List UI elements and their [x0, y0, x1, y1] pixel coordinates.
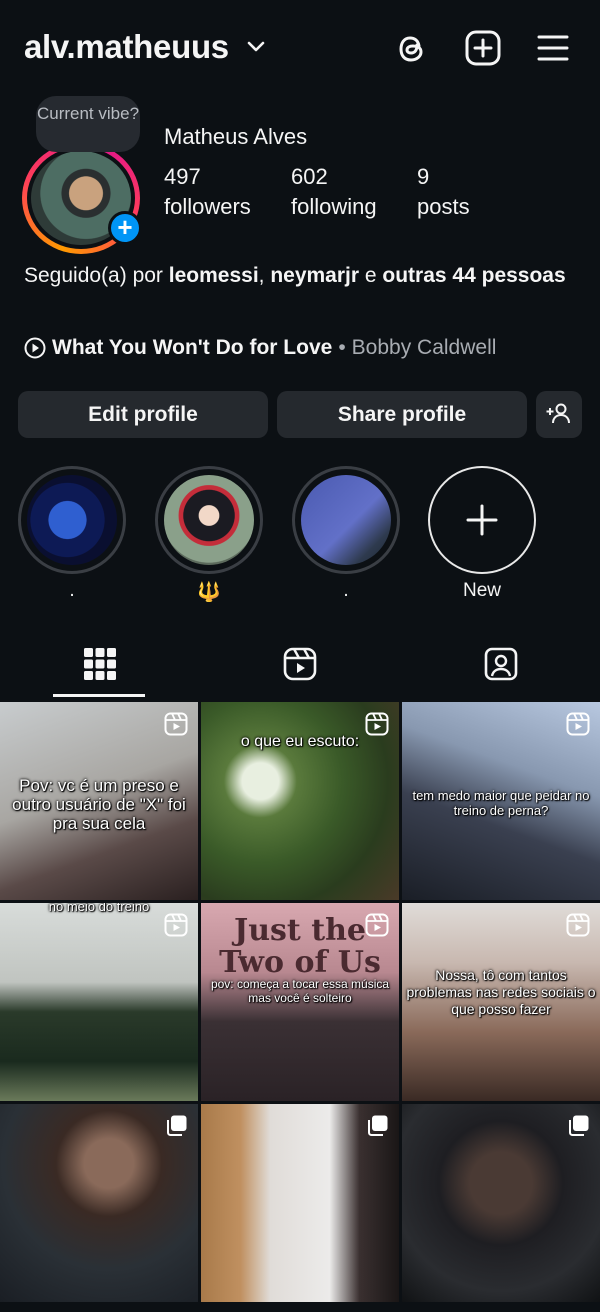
reel-indicator-icon [164, 913, 188, 937]
followers-others[interactable]: outras 44 pessoas [382, 264, 565, 287]
note-bubble[interactable]: Current vibe? [36, 96, 140, 152]
grid-icon [84, 648, 116, 680]
highlight-1[interactable] [18, 466, 126, 574]
profile-music[interactable]: What You Won't Do for Love • Bobby Caldw… [24, 336, 496, 360]
top-bar: alv.matheuus [0, 0, 600, 96]
following-label[interactable]: following [291, 194, 377, 220]
reel-indicator-icon [365, 913, 389, 937]
tab-posts-grid[interactable] [80, 644, 120, 684]
highlight-2-label: 🔱 [197, 582, 221, 603]
add-story-plus-icon[interactable]: + [108, 211, 142, 245]
chevron-down-icon[interactable] [246, 40, 266, 54]
song-title: What You Won't Do for Love [52, 336, 333, 359]
reels-icon [283, 647, 317, 681]
grid-post-2[interactable]: o que eu escuto: [201, 702, 399, 900]
add-person-icon [546, 403, 570, 424]
highlight-1-label: . [69, 580, 75, 601]
grid-post-8[interactable] [201, 1104, 399, 1302]
new-highlight-button[interactable] [428, 466, 536, 574]
song-artist: Bobby Caldwell [351, 336, 497, 359]
edit-profile-button[interactable]: Edit profile [18, 391, 268, 438]
post-6-caption: Nossa, tô com tantos problemas nas redes… [406, 967, 596, 1017]
threads-icon[interactable] [392, 28, 432, 68]
grid-post-3[interactable]: tem medo maior que peidar no treino de p… [402, 702, 600, 900]
posts-count: 9 [417, 164, 430, 189]
grid-post-7[interactable] [0, 1104, 198, 1302]
reel-indicator-icon [566, 913, 590, 937]
carousel-indicator-icon [569, 1115, 589, 1136]
grid-post-5[interactable]: Just the Two of Us pov: começa a tocar e… [201, 903, 399, 1101]
highlight-1-cover [27, 475, 117, 565]
follower-leomessi[interactable]: leomessi [169, 264, 259, 287]
discover-people-button[interactable] [536, 391, 582, 438]
new-highlight-label: New [462, 580, 501, 601]
post-3-caption: tem medo maior que peidar no treino de p… [412, 788, 590, 818]
post-5-caption: pov: começa a tocar essa música mas você… [210, 977, 390, 1005]
highlight-2-cover [164, 475, 254, 565]
reel-indicator-icon [566, 712, 590, 736]
tab-reels[interactable] [280, 644, 320, 684]
grid-post-4[interactable]: no meio do treino [0, 903, 198, 1101]
posts-label: posts [417, 194, 470, 219]
followed-by-text[interactable]: Seguido(a) por leomessi, neymarjr e outr… [24, 258, 584, 293]
share-profile-button[interactable]: Share profile [277, 391, 527, 438]
followers-label[interactable]: followers [164, 194, 251, 220]
create-post-icon[interactable] [463, 28, 503, 68]
active-tab-indicator [53, 694, 145, 697]
grid-post-9[interactable] [402, 1104, 600, 1302]
followers-count[interactable]: 497 [164, 164, 201, 190]
tagged-person-icon [484, 647, 518, 681]
reel-indicator-icon [164, 712, 188, 736]
highlight-3-label: . [343, 580, 349, 601]
plus-icon [466, 504, 498, 536]
highlight-2[interactable] [155, 466, 263, 574]
post-1-caption: Pov: vc é um preso e outro usuário de "X… [12, 776, 186, 833]
follower-neymarjr[interactable]: neymarjr [270, 264, 359, 287]
reel-indicator-icon [365, 712, 389, 736]
following-count[interactable]: 602 [291, 164, 328, 190]
full-name: Matheus Alves [164, 124, 308, 149]
song-separator: • [338, 336, 346, 359]
menu-icon[interactable] [533, 28, 573, 68]
tab-tagged[interactable] [481, 644, 521, 684]
carousel-indicator-icon [167, 1115, 187, 1136]
highlight-3[interactable] [292, 466, 400, 574]
carousel-indicator-icon [368, 1115, 388, 1136]
username-title[interactable]: alv.matheuus [24, 28, 229, 66]
grid-post-1[interactable]: Pov: vc é um preso e outro usuário de "X… [0, 702, 198, 900]
highlight-3-cover [301, 475, 391, 565]
grid-post-6[interactable]: Nossa, tô com tantos problemas nas redes… [402, 903, 600, 1101]
play-circle-icon [24, 337, 46, 359]
